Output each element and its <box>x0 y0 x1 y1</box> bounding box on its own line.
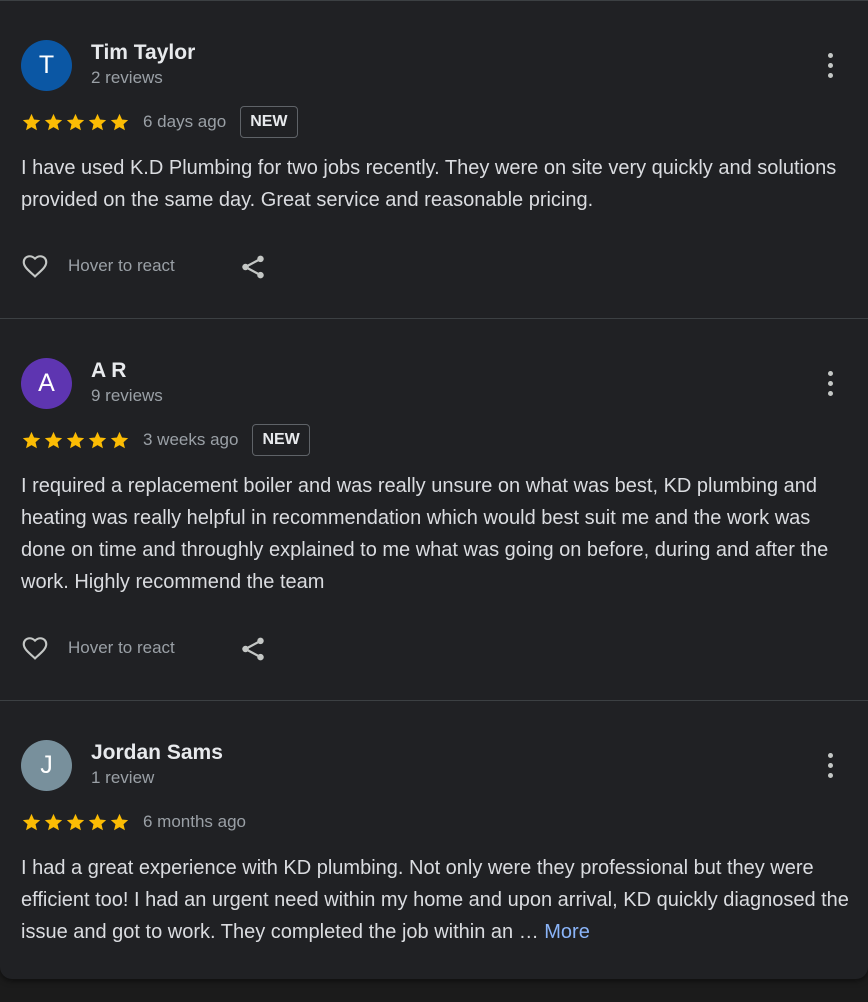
react-button[interactable]: Hover to react <box>19 631 175 665</box>
star-icon <box>66 813 85 830</box>
more-vert-icon[interactable] <box>816 369 844 399</box>
review-text: I have used K.D Plumbing for two jobs re… <box>21 157 837 211</box>
star-rating <box>21 812 131 833</box>
star-icon <box>44 813 63 830</box>
star-icon <box>88 813 107 830</box>
review-date: 6 months ago <box>143 812 247 831</box>
star-rating <box>21 430 131 451</box>
more-vert-icon[interactable] <box>816 51 844 81</box>
review-meta: 6 days ago NEW <box>21 105 298 139</box>
react-label: Hover to react <box>68 256 175 275</box>
avatar[interactable]: J <box>21 740 72 791</box>
react-button[interactable]: Hover to react <box>19 249 175 283</box>
star-icon <box>88 113 107 130</box>
new-badge: NEW <box>252 424 310 456</box>
star-icon <box>44 431 63 448</box>
avatar[interactable]: T <box>21 40 72 91</box>
star-icon <box>110 113 129 130</box>
reviewer-name[interactable]: Jordan Sams <box>91 741 223 765</box>
more-link[interactable]: More <box>544 921 590 943</box>
star-icon <box>88 431 107 448</box>
review-card: J Jordan Sams 1 review 6 months ago I ha… <box>0 701 868 978</box>
review-date: 3 weeks ago <box>143 430 239 449</box>
reviewer-name[interactable]: A R <box>91 359 126 383</box>
avatar[interactable]: A <box>21 358 72 409</box>
star-icon <box>22 431 41 448</box>
heart-outline-icon <box>22 637 48 660</box>
share-icon <box>242 637 264 661</box>
star-icon <box>66 113 85 130</box>
star-rating <box>21 112 131 133</box>
review-meta: 3 weeks ago NEW <box>21 423 310 457</box>
reviewer-name[interactable]: Tim Taylor <box>91 41 195 65</box>
share-button[interactable] <box>238 252 268 282</box>
star-icon <box>66 431 85 448</box>
share-icon <box>242 255 264 279</box>
star-icon <box>22 813 41 830</box>
star-icon <box>44 113 63 130</box>
reviewer-review-count[interactable]: 9 reviews <box>91 386 163 406</box>
review-text: I had a great experience with KD plumbin… <box>21 852 851 948</box>
review-meta: 6 months ago <box>21 805 246 839</box>
star-icon <box>22 113 41 130</box>
review-text: I required a replacement boiler and was … <box>21 475 829 593</box>
review-text-body: I had a great experience with KD plumbin… <box>21 857 849 943</box>
new-badge: NEW <box>240 106 298 138</box>
review-card: A A R 9 reviews 3 weeks ago NEW I requir… <box>0 319 868 701</box>
review-card: T Tim Taylor 2 reviews 6 days ago NEW I … <box>0 1 868 319</box>
star-icon <box>110 813 129 830</box>
react-label: Hover to react <box>68 638 175 657</box>
reviewer-review-count[interactable]: 2 reviews <box>91 68 163 88</box>
more-vert-icon[interactable] <box>816 751 844 781</box>
reviewer-review-count[interactable]: 1 review <box>91 768 154 788</box>
review-date: 6 days ago <box>143 112 227 131</box>
reviews-panel: T Tim Taylor 2 reviews 6 days ago NEW I … <box>0 0 868 979</box>
star-icon <box>110 431 129 448</box>
share-button[interactable] <box>238 634 268 664</box>
heart-outline-icon <box>22 255 48 278</box>
